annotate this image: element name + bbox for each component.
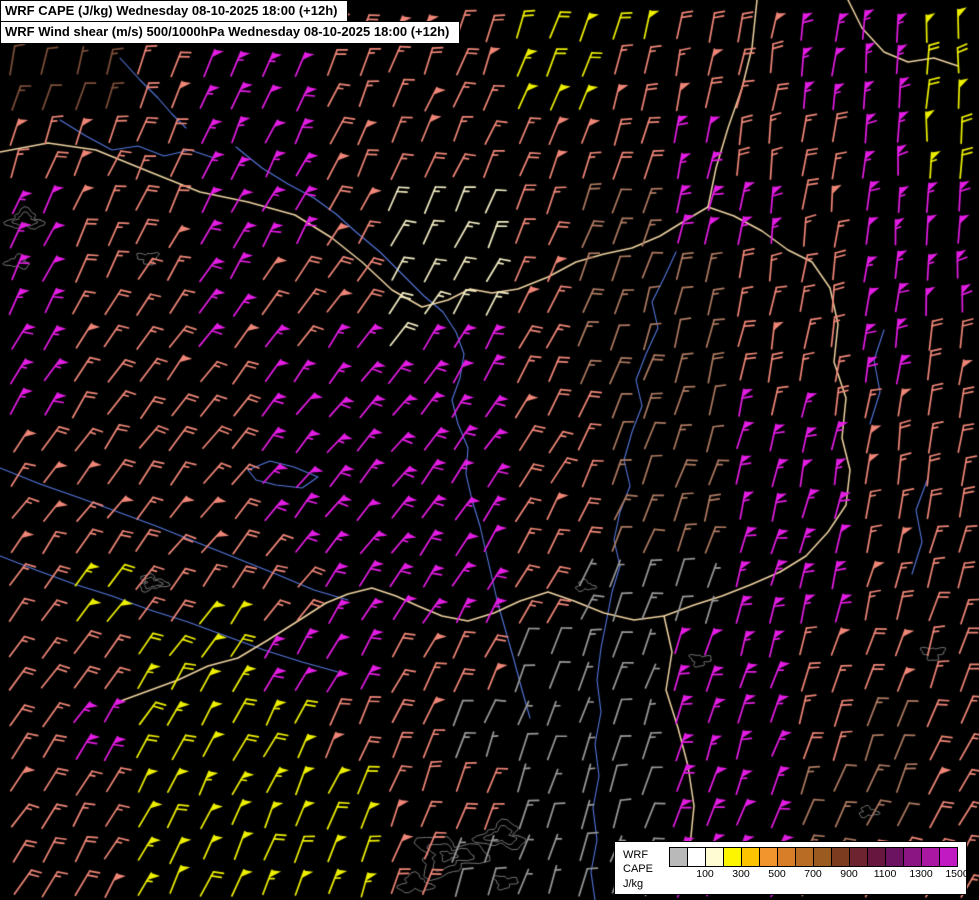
legend-swatch [922, 848, 939, 866]
legend-swatch [760, 848, 777, 866]
legend-swatch [778, 848, 795, 866]
legend-swatch [814, 848, 831, 866]
legend-swatch [868, 848, 885, 866]
legend-swatch [904, 848, 921, 866]
cape-legend: WRF CAPE J/kg 10030050070090011001300150… [614, 841, 967, 895]
legend-swatch [724, 848, 741, 866]
cape-title: WRF CAPE (J/kg) Wednesday 08-10-2025 18:… [0, 0, 348, 22]
legend-tick-label: 300 [727, 868, 755, 880]
legend-swatch [886, 848, 903, 866]
legend-swatch [796, 848, 813, 866]
legend-unit-label: J/kg [623, 877, 661, 891]
map-canvas [0, 0, 979, 900]
legend-title-block: WRF CAPE J/kg [623, 847, 661, 891]
legend-tick-label: 1300 [907, 868, 935, 880]
legend-swatch [688, 848, 705, 866]
legend-tick-label: 1500 [943, 868, 971, 880]
legend-tick-label: 500 [763, 868, 791, 880]
legend-swatch [742, 848, 759, 866]
legend-colorbar: 100300500700900110013001500 [669, 847, 958, 891]
legend-tick-label: 900 [835, 868, 863, 880]
legend-model-label: WRF [623, 848, 661, 862]
legend-tick-row: 100300500700900110013001500 [669, 868, 958, 881]
legend-swatch-row [669, 847, 958, 867]
legend-swatch [940, 848, 957, 866]
legend-swatch [832, 848, 849, 866]
weather-map-stage: WRF CAPE (J/kg) Wednesday 08-10-2025 18:… [0, 0, 979, 900]
legend-swatch [706, 848, 723, 866]
legend-field-label: CAPE [623, 862, 661, 876]
legend-swatch [670, 848, 687, 866]
legend-swatch [850, 848, 867, 866]
shear-title: WRF Wind shear (m/s) 500/1000hPa Wednesd… [0, 21, 460, 43]
title-bar: WRF CAPE (J/kg) Wednesday 08-10-2025 18:… [0, 0, 460, 44]
legend-tick-label: 100 [691, 868, 719, 880]
legend-tick-label: 700 [799, 868, 827, 880]
legend-tick-label: 1100 [871, 868, 899, 880]
